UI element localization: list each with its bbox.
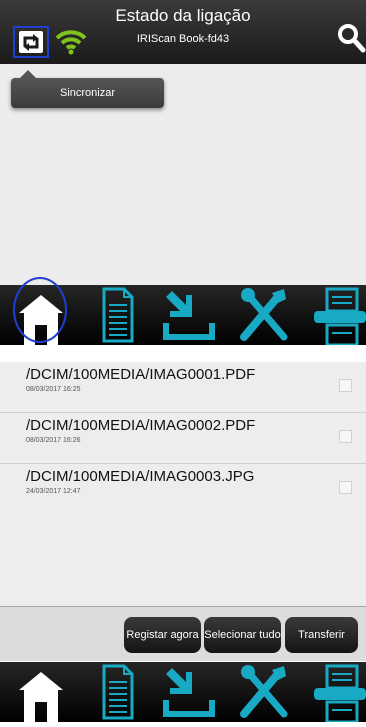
file-row[interactable]: /DCIM/100MEDIA/IMAG0003.JPG 24/03/2017 1… bbox=[0, 464, 366, 515]
connection-status-screen: Estado da ligação IRIScan Book-fd43 Sinc… bbox=[0, 0, 366, 347]
file-checkbox[interactable] bbox=[339, 430, 352, 443]
nav-tools[interactable] bbox=[236, 662, 292, 722]
file-checkbox[interactable] bbox=[339, 379, 352, 392]
sync-button[interactable] bbox=[13, 26, 49, 58]
nav-documents[interactable] bbox=[101, 662, 135, 722]
nav-download[interactable] bbox=[162, 285, 220, 345]
tools-icon bbox=[240, 665, 288, 718]
download-icon bbox=[163, 668, 215, 717]
home-highlight-circle bbox=[13, 277, 67, 343]
transfer-button[interactable]: Transferir bbox=[285, 617, 358, 653]
action-bar: Registar agora Selecionar tudo Transferi… bbox=[0, 606, 366, 661]
tools-icon bbox=[240, 288, 288, 341]
home-icon bbox=[19, 672, 63, 722]
nav-download[interactable] bbox=[162, 662, 220, 722]
bottom-nav bbox=[0, 662, 366, 724]
file-checkbox[interactable] bbox=[339, 481, 352, 494]
printer-icon bbox=[314, 664, 366, 724]
select-all-button[interactable]: Selecionar tudo bbox=[204, 617, 281, 653]
file-name: /DCIM/100MEDIA/IMAG0002.PDF bbox=[26, 417, 256, 434]
header-bar: Estado da ligação IRIScan Book-fd43 bbox=[0, 0, 366, 64]
search-icon[interactable] bbox=[336, 22, 366, 54]
nav-tools[interactable] bbox=[236, 285, 292, 345]
download-icon bbox=[163, 291, 215, 340]
page-title: Estado da ligação bbox=[115, 6, 251, 25]
nav-home[interactable] bbox=[17, 662, 65, 722]
file-list-screen: /DCIM/100MEDIA/IMAG0001.PDF 08/03/2017 1… bbox=[0, 362, 366, 724]
register-now-button[interactable]: Registar agora bbox=[124, 617, 201, 653]
file-date: 24/03/2017 12:47 bbox=[26, 488, 81, 495]
file-row[interactable]: /DCIM/100MEDIA/IMAG0001.PDF 08/03/2017 1… bbox=[0, 362, 366, 413]
file-date: 08/03/2017 16:26 bbox=[26, 437, 81, 444]
nav-scanner[interactable] bbox=[312, 662, 366, 724]
document-icon bbox=[102, 664, 134, 720]
document-icon bbox=[102, 287, 134, 343]
file-date: 08/03/2017 16:25 bbox=[26, 386, 81, 393]
wifi-icon bbox=[55, 30, 87, 55]
list-empty-area bbox=[0, 514, 366, 606]
file-row[interactable]: /DCIM/100MEDIA/IMAG0002.PDF 08/03/2017 1… bbox=[0, 413, 366, 464]
printer-icon bbox=[314, 287, 366, 347]
nav-documents[interactable] bbox=[101, 285, 135, 345]
file-name: /DCIM/100MEDIA/IMAG0001.PDF bbox=[26, 366, 256, 383]
sync-tooltip: Sincronizar bbox=[11, 78, 164, 108]
sync-icon bbox=[19, 31, 43, 53]
file-name: /DCIM/100MEDIA/IMAG0003.JPG bbox=[26, 468, 255, 485]
nav-scanner[interactable] bbox=[312, 285, 366, 347]
tooltip-arrow bbox=[20, 70, 36, 78]
